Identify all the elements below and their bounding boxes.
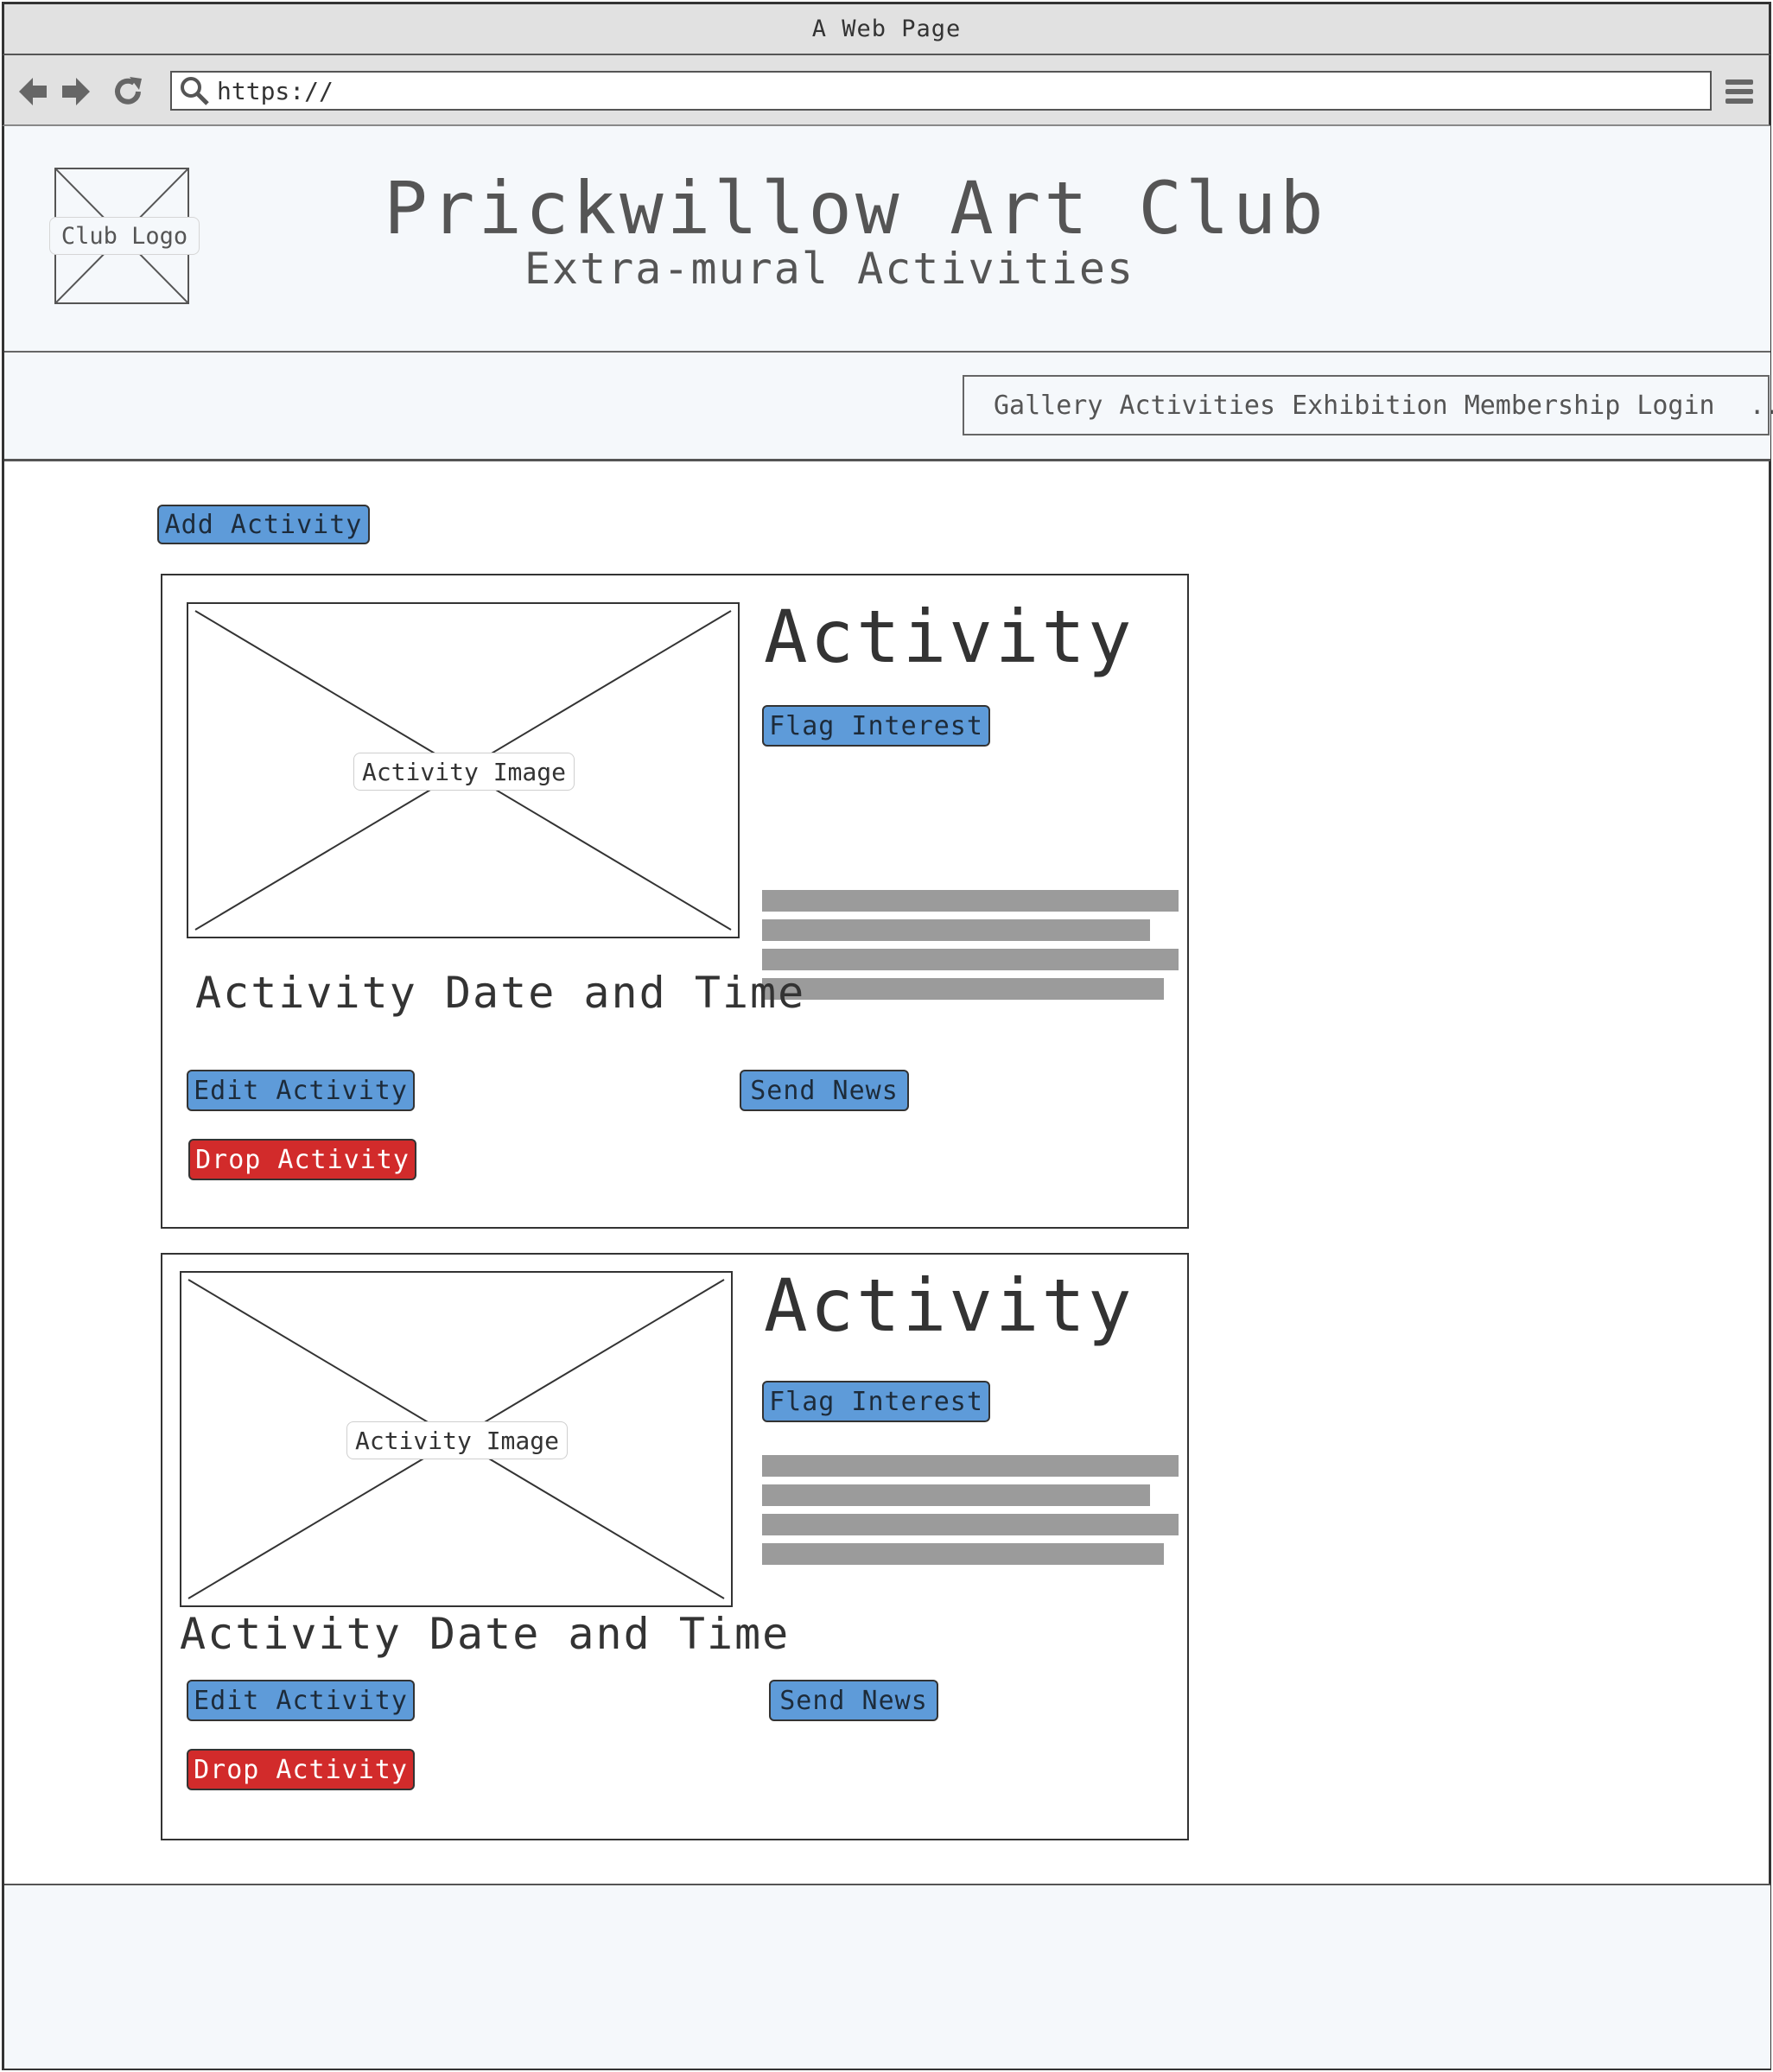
url-text: https:// xyxy=(217,76,334,105)
main-nav-menu: Gallery Activities Exhibition Membership… xyxy=(963,375,1773,435)
activity-date-time: Activity Date and Time xyxy=(195,968,806,1018)
send-news-button[interactable]: Send News xyxy=(740,1070,909,1111)
edit-activity-button[interactable]: Edit Activity xyxy=(187,1680,415,1721)
reload-icon[interactable] xyxy=(111,74,145,109)
nav-item-login[interactable]: Login xyxy=(1636,391,1714,421)
activity-image-label: Activity Image xyxy=(353,753,575,791)
activity-image-label: Activity Image xyxy=(346,1421,568,1459)
activity-title: Activity xyxy=(764,1263,1134,1348)
hamburger-menu-icon[interactable] xyxy=(1724,74,1755,109)
activity-image: Activity Image xyxy=(187,602,740,938)
nav-item-activities[interactable]: Activities xyxy=(1119,391,1275,421)
window-title: A Web Page xyxy=(2,2,1771,55)
forward-arrow-icon[interactable] xyxy=(59,74,93,109)
nav-item-gallery[interactable]: Gallery xyxy=(994,391,1103,421)
club-logo[interactable]: Club Logo xyxy=(49,168,200,304)
site-title: Prickwillow Art Club xyxy=(384,166,1327,251)
drop-activity-button[interactable]: Drop Activity xyxy=(187,1749,415,1790)
add-activity-button[interactable]: Add Activity xyxy=(157,505,370,544)
activity-title: Activity xyxy=(764,594,1134,679)
address-bar[interactable]: https:// xyxy=(170,71,1712,111)
flag-interest-button[interactable]: Flag Interest xyxy=(762,705,990,747)
nav-more[interactable]: ... xyxy=(1750,391,1773,421)
edit-activity-button[interactable]: Edit Activity xyxy=(187,1070,415,1111)
activity-description xyxy=(762,1455,1179,1565)
logo-label: Club Logo xyxy=(49,217,200,255)
nav-item-exhibition[interactable]: Exhibition xyxy=(1292,391,1448,421)
site-subtitle: Extra-mural Activities xyxy=(524,244,1135,294)
drop-activity-button[interactable]: Drop Activity xyxy=(188,1139,416,1180)
search-icon xyxy=(179,75,210,106)
back-arrow-icon[interactable] xyxy=(16,74,50,109)
activity-description xyxy=(762,890,1179,1000)
site-footer xyxy=(4,1884,1770,2069)
flag-interest-button[interactable]: Flag Interest xyxy=(762,1381,990,1422)
send-news-button[interactable]: Send News xyxy=(769,1680,938,1721)
activity-date-time: Activity Date and Time xyxy=(180,1609,791,1659)
nav-item-membership[interactable]: Membership xyxy=(1465,391,1621,421)
activity-image: Activity Image xyxy=(180,1271,733,1607)
